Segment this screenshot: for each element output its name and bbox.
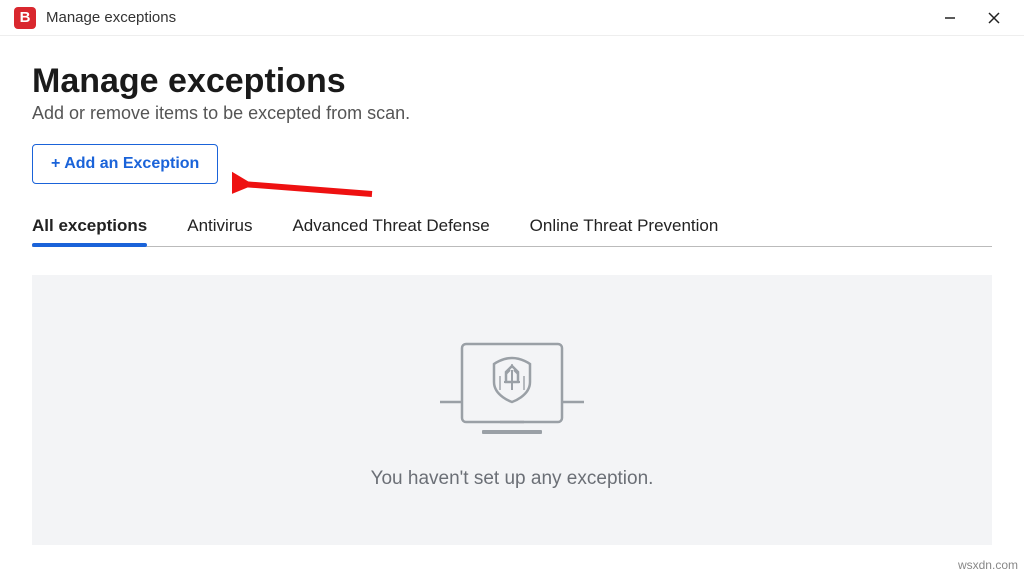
page-title: Manage exceptions (32, 62, 992, 101)
add-exception-button[interactable]: + Add an Exception (32, 144, 218, 184)
titlebar: B Manage exceptions (0, 0, 1024, 36)
page-subtitle: Add or remove items to be excepted from … (32, 103, 992, 124)
tab-antivirus[interactable]: Antivirus (187, 208, 252, 246)
close-button[interactable] (972, 4, 1016, 32)
empty-state-panel: You haven't set up any exception. (32, 275, 992, 545)
watermark-text: wsxdn.com (958, 558, 1018, 572)
empty-state-icon (422, 330, 602, 450)
window-controls (928, 4, 1016, 32)
minimize-icon (943, 11, 957, 25)
tab-online-threat-prevention[interactable]: Online Threat Prevention (530, 208, 719, 246)
app-icon: B (14, 7, 36, 29)
minimize-button[interactable] (928, 4, 972, 32)
content-area: Manage exceptions Add or remove items to… (0, 36, 1024, 545)
tabs: All exceptions Antivirus Advanced Threat… (32, 208, 992, 247)
close-icon (987, 11, 1001, 25)
tab-advanced-threat-defense[interactable]: Advanced Threat Defense (292, 208, 489, 246)
window-title: Manage exceptions (46, 9, 928, 26)
tab-all-exceptions[interactable]: All exceptions (32, 208, 147, 246)
empty-state-text: You haven't set up any exception. (371, 468, 654, 490)
